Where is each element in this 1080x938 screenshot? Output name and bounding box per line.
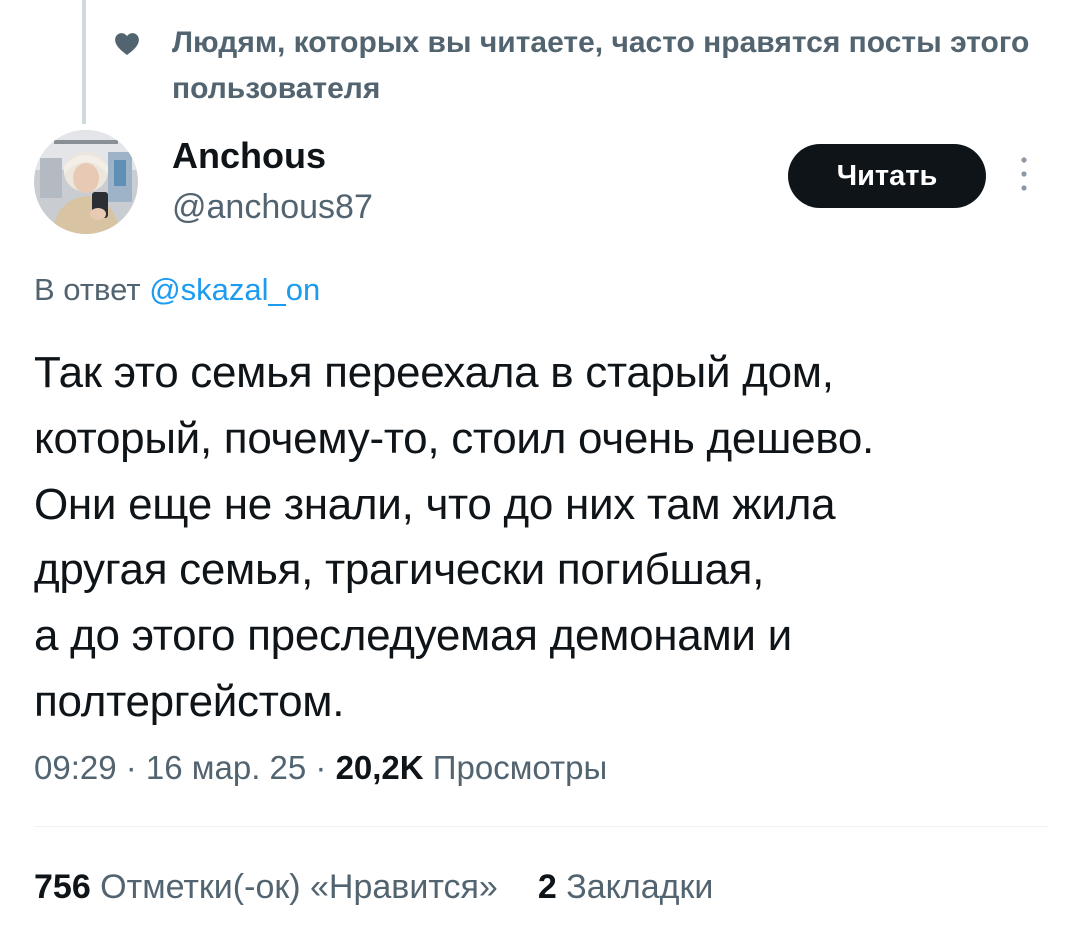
divider [34, 826, 1048, 827]
views-label: Просмотры [423, 749, 608, 786]
tweet-date[interactable]: 16 мар. 25 [146, 749, 306, 786]
avatar[interactable] [34, 130, 138, 234]
avatar-photo [34, 130, 138, 234]
author-handle[interactable]: @anchous87 [172, 184, 373, 230]
bookmarks-count: 2 [537, 868, 557, 906]
author-name[interactable]: Anchous [172, 132, 326, 180]
thread-line [82, 0, 86, 124]
likes-count: 756 [34, 868, 91, 906]
likes-label: Отметки(-ок) «Нравится» [90, 868, 498, 906]
tweet-text: Так это семья переехала в старый дом, ко… [34, 348, 874, 726]
tweet-time[interactable]: 09:29 [34, 749, 117, 786]
reply-context: В ответ @skazal_on [34, 268, 320, 312]
reply-prefix: В ответ [34, 272, 150, 307]
social-context-text: Людям, которых вы читаете, часто нравятс… [172, 26, 1030, 105]
more-vertical-icon[interactable] [1012, 152, 1036, 196]
meta-separator: · [306, 749, 336, 786]
social-context: Людям, которых вы читаете, часто нравятс… [112, 20, 1072, 112]
tweet-meta: 09:29 · 16 мар. 25 · 20,2K Просмотры [34, 744, 607, 792]
bookmarks-label: Закладки [556, 868, 714, 906]
reply-mention-link[interactable]: @skazal_on [149, 272, 320, 307]
follow-button[interactable]: Читать [788, 144, 986, 208]
tweet-detail: Людям, которых вы читаете, часто нравятс… [0, 0, 1080, 938]
meta-separator: · [116, 749, 146, 786]
likes-stat[interactable]: 756 Отметки(-ок) «Нравится» [34, 868, 498, 906]
bookmarks-stat[interactable]: 2 Закладки [538, 868, 714, 906]
tweet-stats: 756 Отметки(-ок) «Нравится» 2 Закладки [34, 862, 713, 912]
views-count: 20,2K [335, 749, 424, 786]
heart-icon [115, 33, 139, 55]
